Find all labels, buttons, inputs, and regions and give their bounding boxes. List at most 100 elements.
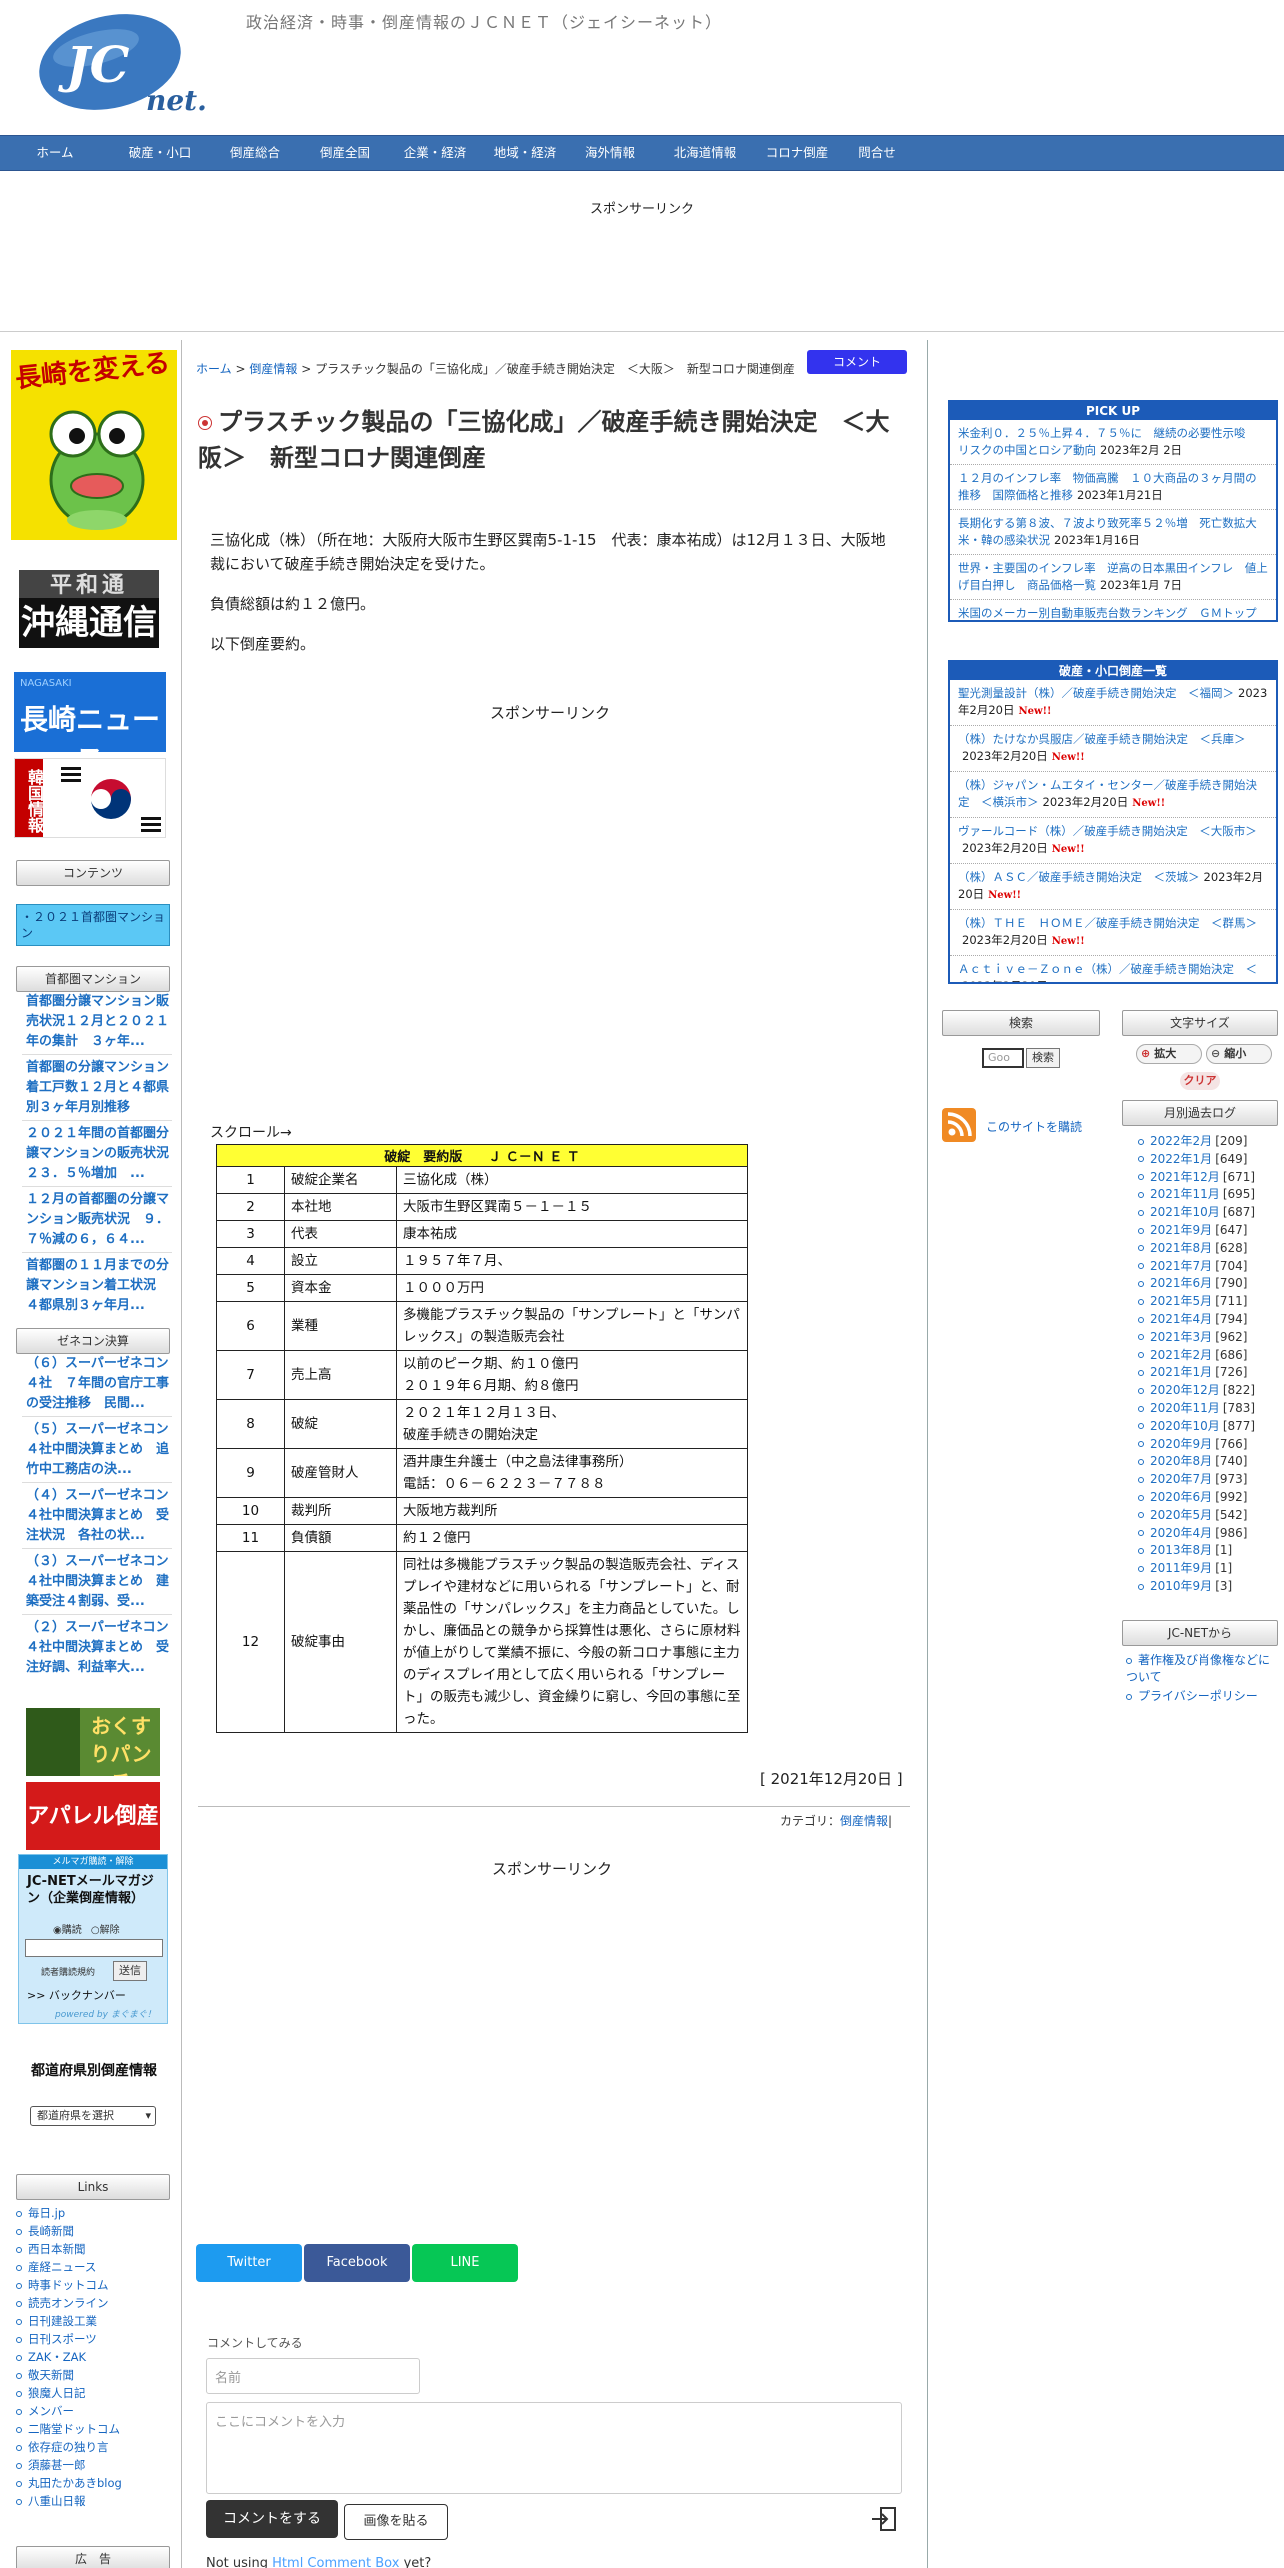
archive-month[interactable]: 2020年12月 bbox=[1150, 1383, 1220, 1397]
archive-month[interactable]: 2021年4月 bbox=[1150, 1312, 1212, 1326]
archive-item[interactable]: 2010年9月 [3] bbox=[1138, 1577, 1232, 1594]
mailmag-send-button[interactable]: 送信 bbox=[113, 1961, 147, 1981]
archive-item[interactable]: 2020年8月 [740] bbox=[1138, 1452, 1247, 1469]
archive-item[interactable]: 2021年10月 [687] bbox=[1138, 1203, 1255, 1220]
archive-item[interactable]: 2020年5月 [542] bbox=[1138, 1506, 1247, 1523]
bankrupt-item[interactable]: （株）ＴＨＥ ＨＯＭＥ／破産手続き開始決定 ＜群馬＞ 2023年2月20日 New!… bbox=[950, 910, 1276, 956]
archive-item[interactable]: 2021年3月 [962] bbox=[1138, 1328, 1247, 1345]
nav-business-economy[interactable]: 企業・経済 bbox=[390, 136, 480, 170]
nav-bankrupt-general[interactable]: 倒産総合 bbox=[210, 136, 300, 170]
archive-month[interactable]: 2021年12月 bbox=[1150, 1170, 1220, 1184]
category-link[interactable]: 倒産情報 bbox=[840, 1814, 888, 1828]
pickup-item[interactable]: 長期化する第８波、７波より致死率５２％増 死亡数拡大 米・韓の感染状況 2023年… bbox=[950, 510, 1276, 555]
archive-month[interactable]: 2021年2月 bbox=[1150, 1348, 1212, 1362]
comment-image-button[interactable]: 画像を貼る bbox=[344, 2504, 448, 2540]
contents-item[interactable]: ・２０２１首都圏マンション bbox=[16, 904, 170, 946]
html-comment-box-link[interactable]: Html Comment Box bbox=[272, 2556, 399, 2568]
archive-item[interactable]: 2021年7月 [704] bbox=[1138, 1257, 1247, 1274]
pickup-item[interactable]: 世界・主要国のインフレ率 逆高の日本黒田インフレ 値上げ目白押し 商品価格一覧 2… bbox=[950, 555, 1276, 600]
archive-item[interactable]: 2021年2月 [686] bbox=[1138, 1346, 1247, 1363]
nav-corona-bankrupt[interactable]: コロナ倒産 bbox=[752, 136, 842, 170]
archive-item[interactable]: 2020年7月 [973] bbox=[1138, 1470, 1247, 1487]
links-item[interactable]: 日刊建設工業 bbox=[16, 2312, 176, 2330]
archive-month[interactable]: 2020年10月 bbox=[1150, 1419, 1220, 1433]
archive-month[interactable]: 2021年8月 bbox=[1150, 1241, 1212, 1255]
prefecture-select[interactable]: 都道府県を選択 ▾ bbox=[30, 2106, 156, 2126]
archive-month[interactable]: 2021年3月 bbox=[1150, 1330, 1212, 1344]
zenecon-link[interactable]: （３）スーパーゼネコン４社中間決算まとめ 建築受注４割弱、受... bbox=[26, 1552, 174, 1612]
breadcrumb-category[interactable]: 倒産情報 bbox=[249, 362, 297, 376]
archive-month[interactable]: 2011年9月 bbox=[1150, 1561, 1212, 1575]
archive-month[interactable]: 2020年5月 bbox=[1150, 1508, 1212, 1522]
banner-nagasaki-kaeru[interactable]: 長崎を変える bbox=[11, 350, 177, 540]
archive-item[interactable]: 2020年4月 [986] bbox=[1138, 1524, 1247, 1541]
email-input[interactable] bbox=[25, 1939, 163, 1957]
bankrupt-item[interactable]: （株）たけなか呉服店／破産手続き開始決定 ＜兵庫＞ 2023年2月20日 New!! bbox=[950, 726, 1276, 772]
unsubscribe-radio[interactable]: ○ bbox=[91, 1925, 100, 1936]
mansion-link[interactable]: 首都圏の１１月までの分譲マンション着工状況 ４都県別３ヶ年月... bbox=[26, 1256, 174, 1316]
archive-month[interactable]: 2020年11月 bbox=[1150, 1401, 1220, 1415]
archive-item[interactable]: 2022年1月 [649] bbox=[1138, 1150, 1247, 1167]
zenecon-link[interactable]: （５）スーパーゼネコン４社中間決算まとめ 追竹中工務店の決... bbox=[26, 1420, 174, 1480]
login-icon[interactable] bbox=[870, 2506, 898, 2532]
banner-okusuri-punch[interactable]: おくすりパンチ bbox=[26, 1708, 160, 1776]
bankrupt-item[interactable]: （株）ジャパン・ムエタイ・センター／破産手続き開始決定 ＜横浜市＞ 2023年2月… bbox=[950, 772, 1276, 818]
archive-item[interactable]: 2021年9月 [647] bbox=[1138, 1221, 1247, 1238]
nav-home[interactable]: ホーム bbox=[0, 136, 110, 170]
banner-korea-info[interactable]: 韓国情報 bbox=[14, 758, 166, 838]
archive-item[interactable]: 2020年12月 [822] bbox=[1138, 1381, 1255, 1398]
bankrupt-item[interactable]: 聖光測量設計（株）／破産手続き開始決定 ＜福岡＞ 2023年2月20日 New!! bbox=[950, 680, 1276, 726]
rss-icon[interactable] bbox=[942, 1108, 976, 1142]
links-item[interactable]: 依存症の独り言 bbox=[16, 2438, 176, 2456]
archive-item[interactable]: 2020年6月 [992] bbox=[1138, 1488, 1247, 1505]
rss-subscribe-link[interactable]: このサイトを購読 bbox=[986, 1118, 1082, 1135]
archive-month[interactable]: 2010年9月 bbox=[1150, 1579, 1212, 1593]
links-item[interactable]: 丸田たかあきblog bbox=[16, 2474, 176, 2492]
comment-text-area[interactable]: ここにコメントを入力 bbox=[206, 2402, 902, 2494]
banner-nagasaki-news[interactable]: NAGASAKI 長崎ニュース bbox=[14, 672, 166, 752]
site-logo[interactable]: JC net. bbox=[32, 10, 222, 120]
archive-item[interactable]: 2013年8月 [1] bbox=[1138, 1541, 1232, 1558]
bankrupt-title[interactable]: Ａｃｔｉｖｅ－Ｚｏｎｅ（株）／破産手続き開始決定 ＜ bbox=[958, 962, 1257, 976]
font-small-button[interactable]: ⊖ 縮小 bbox=[1206, 1044, 1272, 1064]
search-button[interactable]: 検索 bbox=[1026, 1048, 1060, 1068]
bankrupt-title[interactable]: 聖光測量設計（株）／破産手続き開始決定 ＜福岡＞ bbox=[958, 686, 1234, 700]
mansion-link[interactable]: １２月の首都圏の分譲マンション販売状況 ９．７％減の６，６４... bbox=[26, 1190, 174, 1250]
pickup-title[interactable]: 米国のメーカー別自動車販売台数ランキング ＧＭトップ bbox=[958, 606, 1257, 620]
nav-region-economy[interactable]: 地域・経済 bbox=[480, 136, 570, 170]
privacy-link[interactable]: プライバシーポリシー bbox=[1126, 1688, 1276, 1705]
share-line-button[interactable]: LINE bbox=[412, 2244, 518, 2282]
links-item[interactable]: ZAK・ZAK bbox=[16, 2348, 176, 2366]
nav-contact[interactable]: 問合せ bbox=[842, 136, 912, 170]
bankrupt-item[interactable]: Ａｃｔｉｖｅ－Ｚｏｎｅ（株）／破産手続き開始決定 ＜ 2023年2月20日 New!… bbox=[950, 956, 1276, 982]
archive-item[interactable]: 2020年10月 [877] bbox=[1138, 1417, 1255, 1434]
pickup-item[interactable]: 米金利０．２５％上昇４．７５％に 継続の必要性示唆 リスクの中国とロシア動向 20… bbox=[950, 420, 1276, 465]
copyright-link[interactable]: 著作権及び肖像権などについて bbox=[1126, 1652, 1276, 1686]
archive-month[interactable]: 2021年1月 bbox=[1150, 1365, 1212, 1379]
archive-item[interactable]: 2021年11月 [695] bbox=[1138, 1185, 1255, 1202]
links-item[interactable]: メンバー bbox=[16, 2402, 176, 2420]
archive-item[interactable]: 2021年5月 [711] bbox=[1138, 1292, 1247, 1309]
terms-link[interactable]: 読者購読規約 bbox=[41, 1965, 95, 1978]
archive-item[interactable]: 2021年8月 [628] bbox=[1138, 1239, 1247, 1256]
links-item[interactable]: 日刊スポーツ bbox=[16, 2330, 176, 2348]
archive-month[interactable]: 2020年7月 bbox=[1150, 1472, 1212, 1486]
search-input[interactable]: Goo bbox=[982, 1048, 1024, 1068]
archive-month[interactable]: 2021年10月 bbox=[1150, 1205, 1220, 1219]
archive-month[interactable]: 2021年6月 bbox=[1150, 1276, 1212, 1290]
archive-month[interactable]: 2021年11月 bbox=[1150, 1187, 1220, 1201]
font-large-button[interactable]: ⊕ 拡大 bbox=[1136, 1044, 1202, 1064]
archive-month[interactable]: 2022年1月 bbox=[1150, 1152, 1212, 1166]
archive-month[interactable]: 2020年6月 bbox=[1150, 1490, 1212, 1504]
archive-month[interactable]: 2022年2月 bbox=[1150, 1134, 1212, 1148]
zenecon-link[interactable]: （２）スーパーゼネコン４社中間決算まとめ 受注好調、利益率大... bbox=[26, 1618, 174, 1678]
archive-item[interactable]: 2021年6月 [790] bbox=[1138, 1274, 1247, 1291]
share-facebook-button[interactable]: Facebook bbox=[304, 2244, 410, 2282]
links-item[interactable]: 毎日.jp bbox=[16, 2204, 176, 2222]
archive-item[interactable]: 2011年9月 [1] bbox=[1138, 1559, 1232, 1576]
archive-item[interactable]: 2020年9月 [766] bbox=[1138, 1435, 1247, 1452]
bankrupt-title[interactable]: （株）ＡＳＣ／破産手続き開始決定 ＜茨城＞ bbox=[958, 870, 1200, 884]
font-clear-button[interactable]: クリア bbox=[1180, 1072, 1220, 1090]
archive-item[interactable]: 2021年4月 [794] bbox=[1138, 1310, 1247, 1327]
zenecon-link[interactable]: （４）スーパーゼネコン４社中間決算まとめ 受注状況 各社の状... bbox=[26, 1486, 174, 1546]
